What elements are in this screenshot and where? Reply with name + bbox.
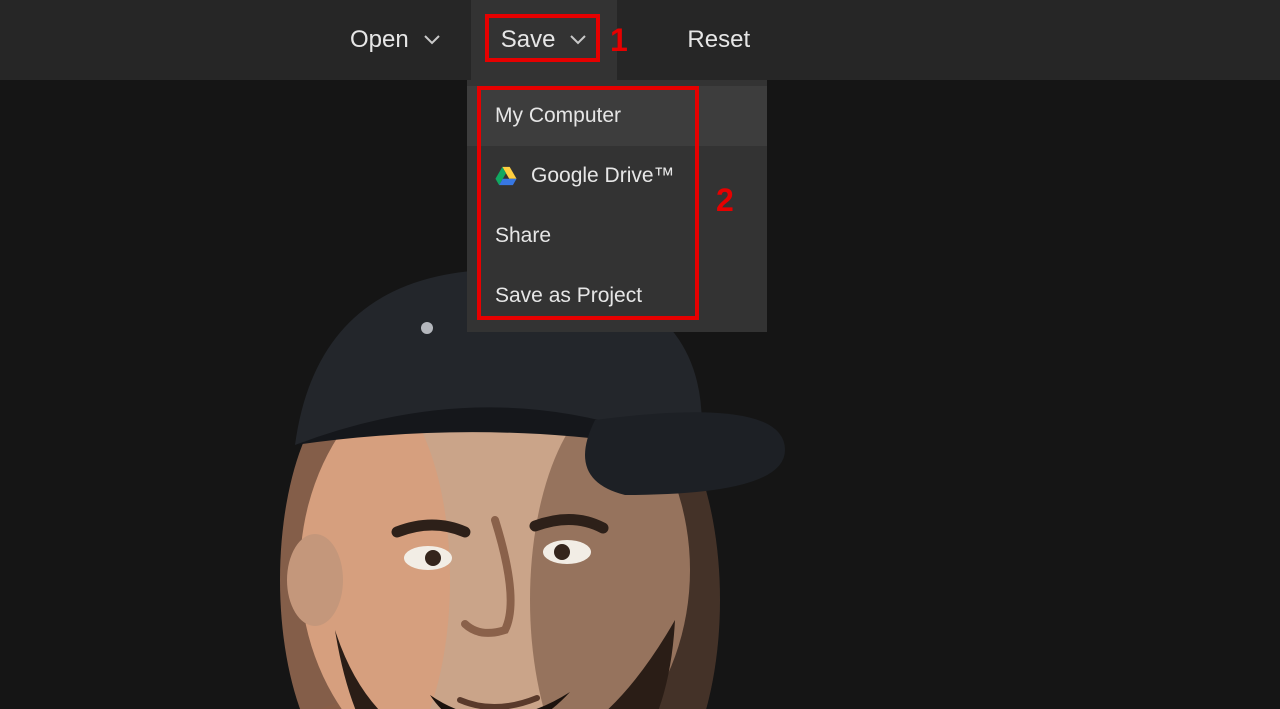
google-drive-icon: [495, 165, 517, 187]
save-as-project-item[interactable]: Save as Project: [467, 266, 767, 326]
top-toolbar: Open Save Reset: [0, 0, 1280, 80]
save-my-computer-item[interactable]: My Computer: [467, 86, 767, 146]
open-label: Open: [350, 26, 409, 54]
dropdown-item-label: My Computer: [495, 104, 621, 128]
save-dropdown: My Computer Google Drive™ Share Save as …: [467, 80, 767, 332]
save-google-drive-item[interactable]: Google Drive™: [467, 146, 767, 206]
dropdown-item-label: Share: [495, 224, 551, 248]
reset-button[interactable]: Reset: [657, 0, 780, 80]
chevron-down-icon: [569, 34, 587, 46]
save-share-item[interactable]: Share: [467, 206, 767, 266]
open-menu-button[interactable]: Open: [320, 0, 471, 80]
reset-label: Reset: [687, 26, 750, 54]
dropdown-item-label: Save as Project: [495, 284, 642, 308]
chevron-down-icon: [423, 34, 441, 46]
save-menu-button[interactable]: Save: [471, 0, 618, 80]
dropdown-item-label: Google Drive™: [531, 164, 675, 188]
save-label: Save: [501, 26, 556, 54]
